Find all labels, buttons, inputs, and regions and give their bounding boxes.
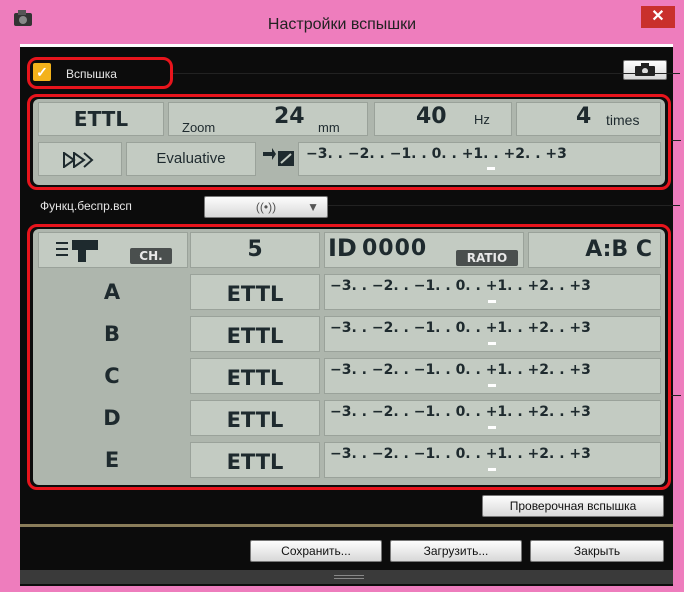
channel-value[interactable]: 5 [190,232,320,268]
group-mode[interactable]: ETTL [190,358,320,394]
window-frame-bottom [0,586,684,592]
window-title: Настройки вспышки [267,16,417,33]
wireless-id-value: 0000 [362,236,428,261]
camera-settings-button[interactable] [623,60,667,80]
group-exposure-scale-text: −3. . −2. . −1. . 0. . +1. . +2. . +3 [330,446,591,462]
group-letter: A [103,280,121,304]
window-frame-right [673,44,684,592]
flash-direction-icon [56,240,98,262]
flash-exposure-indicator [487,167,495,170]
group-exposure-indicator [488,384,496,387]
grip-line [334,578,364,579]
divider [20,524,673,527]
resize-grip-bar[interactable] [20,570,673,584]
group-exposure-indicator [488,426,496,429]
group-exposure-indicator [488,468,496,471]
group-exposure-scale-text: −3. . −2. . −1. . 0. . +1. . +2. . +3 [330,278,591,294]
group-exposure-scale-text: −3. . −2. . −1. . 0. . +1. . +2. . +3 [330,320,591,336]
group-exposure-scale-text: −3. . −2. . −1. . 0. . +1. . +2. . +3 [330,404,591,420]
flash-checkbox-label: Вспышка [66,67,117,81]
group-exposure-scale-text: −3. . −2. . −1. . 0. . +1. . +2. . +3 [330,362,591,378]
group-exposure-indicator [488,300,496,303]
zoom-value: 24 [274,104,305,129]
flash-settings-window: Настройки вспышки ✕ ✓ Вспышка ETTL Zoom … [0,0,684,592]
save-button[interactable]: Сохранить... [250,540,382,562]
times-unit: times [606,112,640,128]
sync-mode-cell[interactable] [38,142,122,176]
times-value: 4 [576,104,592,129]
frequency-value: 40 [416,104,447,129]
zoom-label: Zoom [182,120,216,135]
group-mode[interactable]: ETTL [190,274,320,310]
window-frame-left [0,44,20,592]
flash-exposure-scale-text: −3. . −2. . −1. . 0. . +1. . +2. . +3 [306,146,567,162]
camera-settings-icon [635,63,655,76]
group-letter: E [104,448,120,472]
leader-line [328,205,680,206]
wireless-function-label: Функц.беспр.всп [40,199,132,213]
group-mode[interactable]: ETTL [190,316,320,352]
close-window-button[interactable]: ✕ [641,6,675,28]
ratio-label: RATIO [456,250,518,266]
leader-line [173,73,680,74]
fast-forward-icon [63,151,94,169]
wireless-flash-icon: ((•)) [255,200,277,214]
group-letter: B [103,322,120,346]
leader-line [671,140,681,141]
load-button[interactable]: Загрузить... [390,540,522,562]
grip-line [334,575,364,576]
group-exposure-indicator [488,342,496,345]
leader-line [671,395,681,396]
frequency-unit: Hz [474,112,490,127]
group-letter: C [104,364,120,388]
flash-mode[interactable]: ETTL [38,102,164,136]
group-mode[interactable]: ETTL [190,442,320,478]
wireless-id-label: ID [328,234,357,262]
ratio-value[interactable]: A:B C [528,232,661,268]
group-letter: D [103,406,121,430]
metering-mode[interactable]: Evaluative [126,142,256,176]
flash-exposure-comp-icon [263,148,294,166]
title-bar: Настройки вспышки ✕ [0,0,684,44]
flash-checkbox[interactable]: ✓ [33,63,51,81]
group-mode[interactable]: ETTL [190,400,320,436]
channel-label: CH. [130,248,172,264]
test-flash-button[interactable]: Проверочная вспышка [482,495,664,517]
chevron-down-icon: ▼ [307,200,319,214]
close-button[interactable]: Закрыть [530,540,664,562]
zoom-unit: mm [318,120,340,135]
wireless-function-dropdown[interactable]: ((•)) ▼ [204,196,328,218]
